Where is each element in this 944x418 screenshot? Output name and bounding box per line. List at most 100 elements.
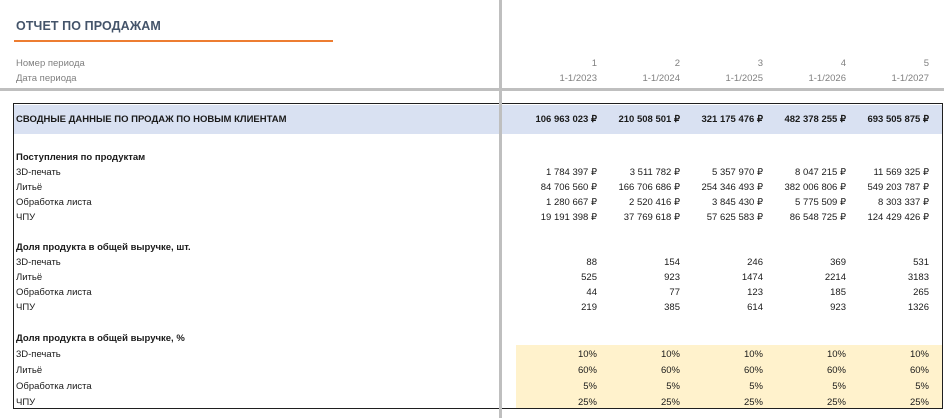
shares-cell[interactable]: 5% [683, 379, 763, 394]
units-cell[interactable]: 369 [766, 255, 846, 270]
units-cell[interactable]: 385 [600, 300, 680, 315]
revenue-row-label[interactable]: ЧПУ [16, 210, 35, 225]
revenue-cell[interactable]: 8 303 337 ₽ [849, 195, 929, 210]
shares-cell[interactable]: 5% [849, 379, 929, 394]
shares-cell[interactable]: 60% [849, 363, 929, 378]
summary-value-cell[interactable]: 106 963 023 ₽ [517, 112, 597, 127]
units-cell[interactable]: 525 [517, 270, 597, 285]
units-row: Литьё 525 923 1474 2214 3183 [0, 270, 944, 285]
period-number-cell[interactable]: 1 [517, 56, 597, 71]
revenue-cell[interactable]: 8 047 215 ₽ [766, 165, 846, 180]
units-row-label[interactable]: Литьё [16, 270, 42, 285]
revenue-cell[interactable]: 382 006 806 ₽ [766, 180, 846, 195]
units-cell[interactable]: 923 [766, 300, 846, 315]
units-row-label[interactable]: 3D-печать [16, 255, 61, 270]
units-cell[interactable]: 265 [849, 285, 929, 300]
summary-value-cell[interactable]: 321 175 476 ₽ [683, 112, 763, 127]
period-number-cell[interactable]: 2 [600, 56, 680, 71]
period-number-cell[interactable]: 3 [683, 56, 763, 71]
shares-heading[interactable]: Доля продукта в общей выручке, % [16, 331, 185, 346]
revenue-cell[interactable]: 3 845 430 ₽ [683, 195, 763, 210]
units-cell[interactable]: 614 [683, 300, 763, 315]
units-cell[interactable]: 88 [517, 255, 597, 270]
shares-cell[interactable]: 25% [766, 395, 846, 410]
shares-cell[interactable]: 60% [766, 363, 846, 378]
units-heading[interactable]: Доля продукта в общей выручке, шт. [16, 240, 191, 255]
revenue-cell[interactable]: 2 520 416 ₽ [600, 195, 680, 210]
report-title: ОТЧЕТ ПО ПРОДАЖАМ [16, 19, 161, 33]
revenue-row-label[interactable]: Литьё [16, 180, 42, 195]
shares-cell[interactable]: 10% [849, 347, 929, 362]
revenue-cell[interactable]: 3 511 782 ₽ [600, 165, 680, 180]
summary-label[interactable]: СВОДНЫЕ ДАННЫЕ ПО ПРОДАЖ ПО НОВЫМ КЛИЕНТ… [16, 112, 287, 127]
shares-cell[interactable]: 5% [766, 379, 846, 394]
period-date-cell[interactable]: 1-1/2026 [766, 71, 846, 86]
revenue-row-label[interactable]: Обработка листа [16, 195, 92, 210]
period-date-cell[interactable]: 1-1/2024 [600, 71, 680, 86]
shares-heading-row: Доля продукта в общей выручке, % [0, 331, 944, 346]
period-number-cell[interactable]: 5 [849, 56, 929, 71]
revenue-cell[interactable]: 19 191 398 ₽ [517, 210, 597, 225]
units-row: ЧПУ 219 385 614 923 1326 [0, 300, 944, 315]
revenue-cell[interactable]: 37 769 618 ₽ [600, 210, 680, 225]
shares-cell[interactable]: 25% [600, 395, 680, 410]
summary-value-cell[interactable]: 210 508 501 ₽ [600, 112, 680, 127]
revenue-cell[interactable]: 1 280 667 ₽ [517, 195, 597, 210]
units-cell[interactable]: 923 [600, 270, 680, 285]
shares-row-label[interactable]: ЧПУ [16, 395, 35, 410]
shares-row: Литьё 60% 60% 60% 60% 60% [0, 363, 944, 378]
revenue-cell[interactable]: 549 203 787 ₽ [849, 180, 929, 195]
revenue-cell[interactable]: 5 775 509 ₽ [766, 195, 846, 210]
revenue-row: 3D-печать 1 784 397 ₽ 3 511 782 ₽ 5 357 … [0, 165, 944, 180]
revenue-cell[interactable]: 11 569 325 ₽ [849, 165, 929, 180]
summary-value-cell[interactable]: 693 505 875 ₽ [849, 112, 929, 127]
shares-cell[interactable]: 60% [517, 363, 597, 378]
period-date-cell[interactable]: 1-1/2023 [517, 71, 597, 86]
shares-cell[interactable]: 60% [683, 363, 763, 378]
shares-cell[interactable]: 10% [517, 347, 597, 362]
shares-cell[interactable]: 10% [683, 347, 763, 362]
shares-row-label[interactable]: Обработка листа [16, 379, 92, 394]
units-row-label[interactable]: ЧПУ [16, 300, 35, 315]
units-cell[interactable]: 77 [600, 285, 680, 300]
revenue-cell[interactable]: 86 548 725 ₽ [766, 210, 846, 225]
period-date-cell[interactable]: 1-1/2025 [683, 71, 763, 86]
units-cell[interactable]: 3183 [849, 270, 929, 285]
units-cell[interactable]: 123 [683, 285, 763, 300]
period-date-cell[interactable]: 1-1/2027 [849, 71, 929, 86]
units-cell[interactable]: 1326 [849, 300, 929, 315]
units-cell[interactable]: 1474 [683, 270, 763, 285]
revenue-heading-row: Поступления по продуктам [0, 150, 944, 165]
units-cell[interactable]: 219 [517, 300, 597, 315]
shares-cell[interactable]: 10% [766, 347, 846, 362]
shares-cell[interactable]: 60% [600, 363, 680, 378]
revenue-cell[interactable]: 254 346 493 ₽ [683, 180, 763, 195]
shares-cell[interactable]: 25% [683, 395, 763, 410]
units-cell[interactable]: 531 [849, 255, 929, 270]
period-date-row: Дата периода 1-1/2023 1-1/2024 1-1/2025 … [0, 71, 944, 86]
units-cell[interactable]: 185 [766, 285, 846, 300]
units-cell[interactable]: 44 [517, 285, 597, 300]
revenue-cell[interactable]: 84 706 560 ₽ [517, 180, 597, 195]
revenue-cell[interactable]: 166 706 686 ₽ [600, 180, 680, 195]
revenue-cell[interactable]: 5 357 970 ₽ [683, 165, 763, 180]
shares-row-label[interactable]: Литьё [16, 363, 42, 378]
shares-cell[interactable]: 10% [600, 347, 680, 362]
revenue-cell[interactable]: 124 429 426 ₽ [849, 210, 929, 225]
shares-cell[interactable]: 5% [600, 379, 680, 394]
units-row-label[interactable]: Обработка листа [16, 285, 92, 300]
units-cell[interactable]: 246 [683, 255, 763, 270]
summary-value-cell[interactable]: 482 378 255 ₽ [766, 112, 846, 127]
shares-row-label[interactable]: 3D-печать [16, 347, 61, 362]
units-cell[interactable]: 154 [600, 255, 680, 270]
revenue-heading[interactable]: Поступления по продуктам [16, 150, 145, 165]
revenue-row: Литьё 84 706 560 ₽ 166 706 686 ₽ 254 346… [0, 180, 944, 195]
revenue-cell[interactable]: 57 625 583 ₽ [683, 210, 763, 225]
revenue-cell[interactable]: 1 784 397 ₽ [517, 165, 597, 180]
shares-cell[interactable]: 25% [849, 395, 929, 410]
shares-cell[interactable]: 25% [517, 395, 597, 410]
shares-cell[interactable]: 5% [517, 379, 597, 394]
revenue-row-label[interactable]: 3D-печать [16, 165, 61, 180]
units-cell[interactable]: 2214 [766, 270, 846, 285]
period-number-cell[interactable]: 4 [766, 56, 846, 71]
